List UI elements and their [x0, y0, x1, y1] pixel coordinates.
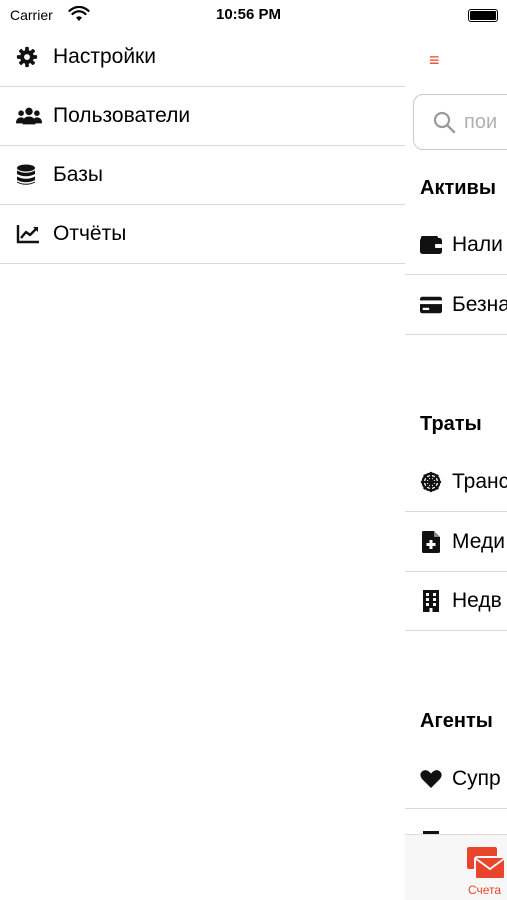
- menu-item-label: Пользователи: [53, 104, 191, 127]
- main-panel: ≡ пои Активы Нали Безна Траты Транс Меди…: [405, 28, 507, 900]
- clock-time: 10:56 PM: [216, 6, 282, 23]
- list-item-cashless[interactable]: Безна: [405, 276, 507, 335]
- chart-icon: [16, 223, 42, 245]
- users-icon: [16, 105, 42, 127]
- tab-accounts-label: Счета: [468, 883, 502, 897]
- menu-item-label: Отчёты: [53, 222, 127, 245]
- gear-icon: [16, 46, 42, 68]
- search-field[interactable]: пои: [413, 94, 507, 150]
- medical-file-icon: [420, 531, 442, 553]
- credit-card-icon: [420, 294, 442, 316]
- list-item-cash[interactable]: Нали: [405, 216, 507, 275]
- section-title-expenses: Траты: [420, 413, 482, 435]
- menu-item-reports[interactable]: Отчёты: [0, 205, 405, 264]
- status-bar: Carrier 10:56 PM: [0, 0, 507, 30]
- menu-item-label: Базы: [53, 163, 103, 186]
- menu-item-users[interactable]: Пользователи: [0, 87, 405, 146]
- section-title-assets: Активы: [420, 177, 496, 199]
- wifi-icon: [68, 6, 90, 21]
- battery-icon: [468, 9, 498, 22]
- list-item-label: Супр: [452, 767, 501, 790]
- menu-item-label: Настройки: [53, 45, 156, 68]
- menu-item-databases[interactable]: Базы: [0, 146, 405, 205]
- list-item-realty[interactable]: Недв: [405, 572, 507, 631]
- list-item-spouse[interactable]: Супр: [405, 750, 507, 809]
- list-item-label: Нали: [452, 233, 503, 256]
- hamburger-menu-icon[interactable]: ≡: [429, 51, 440, 69]
- list-item-transport[interactable]: Транс: [405, 453, 507, 512]
- search-placeholder: пои: [464, 110, 498, 133]
- carrier-label: Carrier: [10, 7, 53, 23]
- list-item-label: Транс: [452, 470, 507, 493]
- menu-item-settings[interactable]: Настройки: [0, 28, 405, 87]
- tab-bar: Счета: [405, 834, 507, 900]
- envelopes-icon: [467, 847, 506, 880]
- steering-wheel-icon: [420, 471, 442, 493]
- search-icon: [433, 111, 456, 134]
- section-title-agents: Агенты: [420, 710, 493, 732]
- building-icon: [420, 590, 442, 612]
- heart-icon: [420, 768, 442, 790]
- list-item-label: Меди: [452, 530, 505, 553]
- list-item-medicine[interactable]: Меди: [405, 513, 507, 572]
- list-item-label: Недв: [452, 589, 502, 612]
- database-icon: [16, 164, 42, 186]
- wallet-icon: [420, 234, 442, 256]
- side-drawer-menu: Настройки Пользователи Базы Отчёты: [0, 28, 405, 264]
- list-item-label: Безна: [452, 293, 507, 316]
